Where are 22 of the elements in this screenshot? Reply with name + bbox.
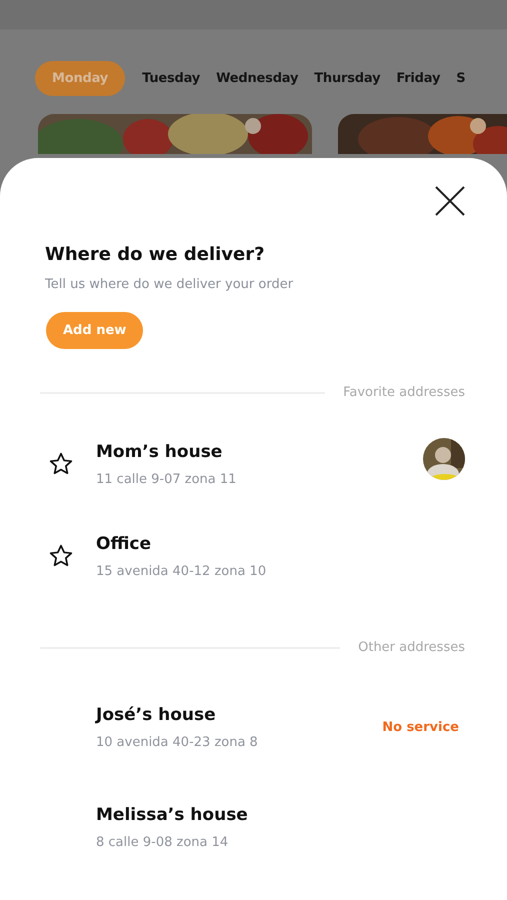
- address-line: 10 avenida 40-23 zona 8: [96, 734, 258, 750]
- sheet-subtitle: Tell us where do we deliver your order: [45, 277, 294, 292]
- address-line: 11 calle 9-07 zona 11: [96, 472, 236, 486]
- address-name[interactable]: Melissa’s house: [96, 804, 248, 824]
- status-label: No service: [382, 720, 459, 734]
- address-line: 15 avenida 40-12 zona 10: [96, 564, 266, 578]
- section-label: Favorite addresses: [343, 385, 465, 400]
- day-tab[interactable]: Friday: [391, 61, 446, 96]
- section-label: Other addresses: [358, 640, 465, 655]
- day-tab[interactable]: Tuesday: [137, 61, 206, 96]
- address-name[interactable]: Office: [96, 534, 152, 554]
- day-tab[interactable]: Wednesday: [211, 61, 304, 96]
- day-tab[interactable]: S: [451, 61, 470, 96]
- star-icon[interactable]: [48, 451, 74, 477]
- close-icon[interactable]: [435, 186, 465, 216]
- add-new-button[interactable]: Add new: [46, 312, 144, 349]
- day-tab[interactable]: Thursday: [309, 61, 386, 96]
- address-name[interactable]: José’s house: [96, 704, 216, 724]
- sheet-title: Where do we deliver?: [45, 244, 266, 265]
- address-line: 8 calle 9-08 zona 14: [96, 834, 228, 850]
- address-name[interactable]: Mom’s house: [96, 442, 222, 462]
- star-icon[interactable]: [48, 543, 74, 569]
